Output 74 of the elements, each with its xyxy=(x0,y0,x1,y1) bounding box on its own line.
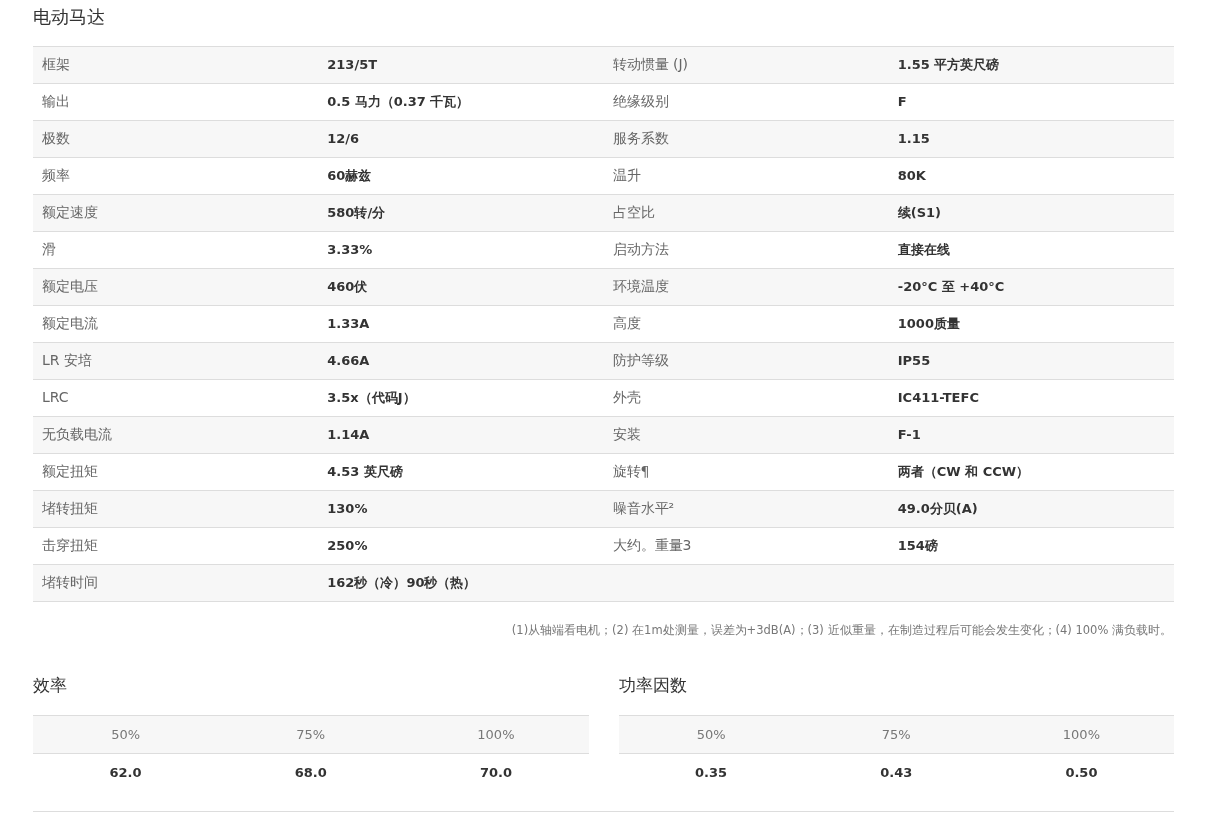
spec-value: 两者（CW 和 CCW） xyxy=(888,453,1174,491)
spec-value: 162秒（冷）90秒（热） xyxy=(318,564,604,602)
spec-label: 绝缘级别 xyxy=(603,83,889,121)
spec-value: 续(S1) xyxy=(888,194,1174,232)
spec-label: LRC xyxy=(33,379,319,417)
spec-label: 温升 xyxy=(603,157,889,195)
spec-value: 0.5 马力（0.37 千瓦） xyxy=(318,83,604,121)
spec-label: 滑 xyxy=(33,231,319,269)
spec-value: F-1 xyxy=(888,416,1174,454)
spec-label: 大约。重量3 xyxy=(603,527,889,565)
spec-label: 噪音水平² xyxy=(603,490,889,528)
spec-label: 堵转时间 xyxy=(33,564,319,602)
spec-value: 3.5x（代码J） xyxy=(318,379,604,417)
spec-label: 服务系数 xyxy=(603,120,889,158)
spec-value: 130% xyxy=(318,490,604,528)
spec-value: 4.53 英尺磅 xyxy=(318,453,604,491)
column-header: 75% xyxy=(880,726,912,744)
spec-label: 旋转¶ xyxy=(603,453,889,491)
spec-label: LR 安培 xyxy=(33,342,319,380)
spec-label: 额定电压 xyxy=(33,268,319,306)
spec-value: 1.33A xyxy=(318,305,604,343)
spec-value: 250% xyxy=(318,527,604,565)
spec-value: 154磅 xyxy=(888,527,1174,565)
spec-label: 额定扭矩 xyxy=(33,453,319,491)
table-cell-text: 70.0 xyxy=(478,764,513,782)
spec-value: 60赫兹 xyxy=(318,157,604,195)
spec-value: 580转/分 xyxy=(318,194,604,232)
spec-value: 213/5T xyxy=(318,46,604,84)
spec-label: 安装 xyxy=(603,416,889,454)
column-header: 50% xyxy=(695,726,727,744)
spec-label: 启动方法 xyxy=(603,231,889,269)
spec-label: 额定速度 xyxy=(33,194,319,232)
spec-value: 直接在线 xyxy=(888,231,1174,269)
spec-label: 输出 xyxy=(33,83,319,121)
spec-value: IC411-TEFC xyxy=(888,379,1174,417)
spec-value: -20°C 至 +40°C xyxy=(888,268,1174,306)
spec-label: 框架 xyxy=(33,46,319,84)
table-cell-text: 0.50 xyxy=(1064,764,1099,782)
spec-label: 击穿扭矩 xyxy=(33,527,319,565)
spec-label: 转动惯量 (J) xyxy=(603,46,889,84)
spec-label: 高度 xyxy=(603,305,889,343)
table-cell-text: 0.43 xyxy=(879,764,914,782)
footnote: (1)从轴端看电机；(2) 在1m处测量，误差为+3dB(A)；(3) 近似重量，在制造过程后可能会发生变化；(4) 100% 满负载时。 xyxy=(510,621,1172,639)
spec-label: 环境温度 xyxy=(603,268,889,306)
column-header: 50% xyxy=(110,726,142,744)
spec-label: 无负载电流 xyxy=(33,416,319,454)
spec-label: 极数 xyxy=(33,120,319,158)
section-title: 电动马达 xyxy=(33,6,106,28)
spec-label: 占空比 xyxy=(603,194,889,232)
column-header: 75% xyxy=(295,726,327,744)
column-header: 100% xyxy=(1061,726,1101,744)
spec-value: 3.33% xyxy=(318,231,604,269)
spec-value: IP55 xyxy=(888,342,1174,380)
spec-value: 80K xyxy=(888,157,1174,195)
table-cell-text: 68.0 xyxy=(293,764,328,782)
table-title: 效率 xyxy=(33,674,68,696)
spec-value: 1.15 xyxy=(888,120,1174,158)
spec-value: 1000质量 xyxy=(888,305,1174,343)
spec-value: 1.14A xyxy=(318,416,604,454)
spec-value: 460伏 xyxy=(318,268,604,306)
spec-value: F xyxy=(888,83,1174,121)
table-title: 功率因数 xyxy=(618,674,688,696)
spec-label: 频率 xyxy=(33,157,319,195)
spec-label: 额定电流 xyxy=(33,305,319,343)
spec-label: 防护等级 xyxy=(603,342,889,380)
column-header: 100% xyxy=(476,726,516,744)
spec-label: 外壳 xyxy=(603,379,889,417)
table-cell-text: 0.35 xyxy=(694,764,729,782)
table-cell-text: 62.0 xyxy=(108,764,143,782)
spec-value: 49.0分贝(A) xyxy=(888,490,1174,528)
spec-value: 1.55 平方英尺磅 xyxy=(888,46,1174,84)
spec-value: 4.66A xyxy=(318,342,604,380)
spec-label: 堵转扭矩 xyxy=(33,490,319,528)
spec-value: 12/6 xyxy=(318,120,604,158)
